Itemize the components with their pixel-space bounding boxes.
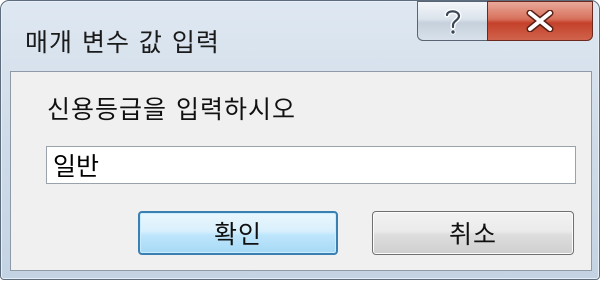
ok-button[interactable]: 확인 [138, 211, 338, 255]
help-button[interactable] [417, 1, 487, 41]
ok-button-label: 확인 [213, 220, 262, 249]
window-title: 매개 변수 값 입력 [25, 28, 220, 57]
caption-buttons [417, 1, 593, 41]
parameter-value-input[interactable] [46, 146, 576, 184]
title-bar[interactable]: 매개 변수 값 입력 [1, 1, 601, 81]
prompt-label: 신용등급을 입력하시오 [47, 95, 296, 124]
cancel-button-label: 취소 [448, 220, 497, 249]
parameter-dialog: 매개 변수 값 입력 신용등급을 입력하시오 일반 확인 취소 [0, 0, 600, 280]
close-x-icon [525, 10, 555, 32]
close-button[interactable] [487, 1, 593, 41]
question-mark-icon [442, 7, 464, 35]
cancel-button[interactable]: 취소 [372, 211, 574, 255]
dialog-body: 신용등급을 입력하시오 확인 취소 [10, 71, 592, 271]
